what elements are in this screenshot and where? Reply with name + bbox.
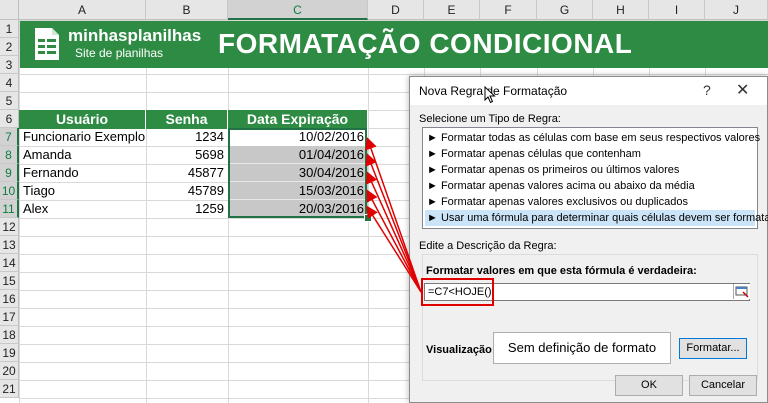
row-header-21[interactable]: 21 [0, 380, 19, 398]
row-header-11[interactable]: 11 [0, 200, 19, 218]
row-header-17[interactable]: 17 [0, 308, 19, 326]
row-header-15[interactable]: 15 [0, 272, 19, 290]
table-cell[interactable]: Tiago [20, 182, 146, 200]
selection-range [228, 128, 367, 218]
table-cell[interactable]: 1234 [146, 128, 228, 146]
table-cell[interactable]: 45789 [146, 182, 228, 200]
column-header-j[interactable]: J [705, 0, 768, 20]
row-header-18[interactable]: 18 [0, 326, 19, 344]
column-header-f[interactable]: F [480, 0, 537, 20]
column-header-a[interactable]: A [19, 0, 146, 20]
column-header-h[interactable]: H [593, 0, 649, 20]
list-item[interactable]: ► Formatar apenas valores acima ou abaix… [425, 178, 755, 194]
row-header-1[interactable]: 1 [0, 20, 19, 38]
column-header-g[interactable]: G [537, 0, 593, 20]
table-cell[interactable]: 5698 [146, 146, 228, 164]
format-preview: Sem definição de formato [493, 332, 671, 364]
mouse-pointer-icon [484, 85, 496, 107]
edit-description-label: Edite a Descrição da Regra: [419, 240, 557, 252]
row-header-14[interactable]: 14 [0, 254, 19, 272]
table-cell[interactable]: 1259 [146, 200, 228, 218]
table-cell[interactable]: Amanda [20, 146, 146, 164]
brand-name: minhasplanilhas [68, 26, 202, 45]
table-cell[interactable]: 45877 [146, 164, 228, 182]
row-header-19[interactable]: 19 [0, 344, 19, 362]
column-header-d[interactable]: D [368, 0, 424, 20]
column-header-b[interactable]: B [146, 0, 228, 20]
close-icon[interactable]: ✕ [736, 80, 749, 100]
row-header-7[interactable]: 7 [0, 128, 19, 146]
row-header-10[interactable]: 10 [0, 182, 19, 200]
rule-type-list[interactable]: ► Formatar todas as células com base em … [422, 127, 768, 229]
table-cell[interactable]: Alex [20, 200, 146, 218]
row-header-13[interactable]: 13 [0, 236, 19, 254]
header-usuario[interactable]: Usuário [19, 110, 146, 129]
dialog-titlebar[interactable]: Nova Regra de Formatação ? ✕ [410, 77, 767, 105]
brand-subtitle: Site de planilhas [75, 46, 164, 60]
header-senha[interactable]: Senha [146, 110, 228, 129]
preview-label: Visualização: [426, 344, 496, 356]
row-header-2[interactable]: 2 [0, 38, 19, 56]
list-item[interactable]: ► Formatar apenas células que contenham [425, 146, 755, 162]
fill-handle[interactable] [364, 214, 372, 222]
row-header-8[interactable]: 8 [0, 146, 19, 164]
row-header-6[interactable]: 6 [0, 110, 19, 128]
formula-highlight-box [421, 278, 494, 306]
list-item[interactable]: ► Formatar todas as células com base em … [425, 130, 760, 146]
new-formatting-rule-dialog: Nova Regra de Formatação ? ✕ Selecione u… [409, 76, 768, 403]
row-header-5[interactable]: 5 [0, 92, 19, 110]
row-header-4[interactable]: 4 [0, 74, 19, 92]
list-item[interactable]: ► Formatar apenas os primeiros ou último… [425, 162, 755, 178]
row-header-3[interactable]: 3 [0, 56, 19, 74]
range-select-icon[interactable] [733, 284, 750, 299]
row-header-16[interactable]: 16 [0, 290, 19, 308]
format-button[interactable]: Formatar... [679, 338, 747, 359]
list-item[interactable]: ► Formatar apenas valores exclusivos ou … [425, 194, 755, 210]
list-item-selected[interactable]: ► Usar uma fórmula para determinar quais… [425, 210, 768, 226]
column-header-i[interactable]: I [649, 0, 705, 20]
row-header-12[interactable]: 12 [0, 218, 19, 236]
spreadsheet-logo-icon [32, 26, 62, 62]
select-all-corner[interactable] [0, 0, 19, 20]
column-header-c[interactable]: C [228, 0, 368, 20]
help-button[interactable]: ? [703, 82, 711, 98]
page-title: FORMATAÇÃO CONDICIONAL [218, 28, 633, 59]
table-cell[interactable]: Fernando [20, 164, 146, 182]
column-header-e[interactable]: E [424, 0, 480, 20]
row-header-20[interactable]: 20 [0, 362, 19, 380]
select-rule-type-label: Selecione um Tipo de Regra: [419, 113, 561, 125]
header-data-expiracao[interactable]: Data Expiração [228, 110, 368, 129]
table-cell[interactable]: Funcionario Exemplo [20, 128, 146, 146]
row-header-9[interactable]: 9 [0, 164, 19, 182]
cancel-button[interactable]: Cancelar [689, 375, 757, 396]
formula-label: Formatar valores em que esta fórmula é v… [426, 265, 697, 277]
ok-button[interactable]: OK [615, 375, 683, 396]
